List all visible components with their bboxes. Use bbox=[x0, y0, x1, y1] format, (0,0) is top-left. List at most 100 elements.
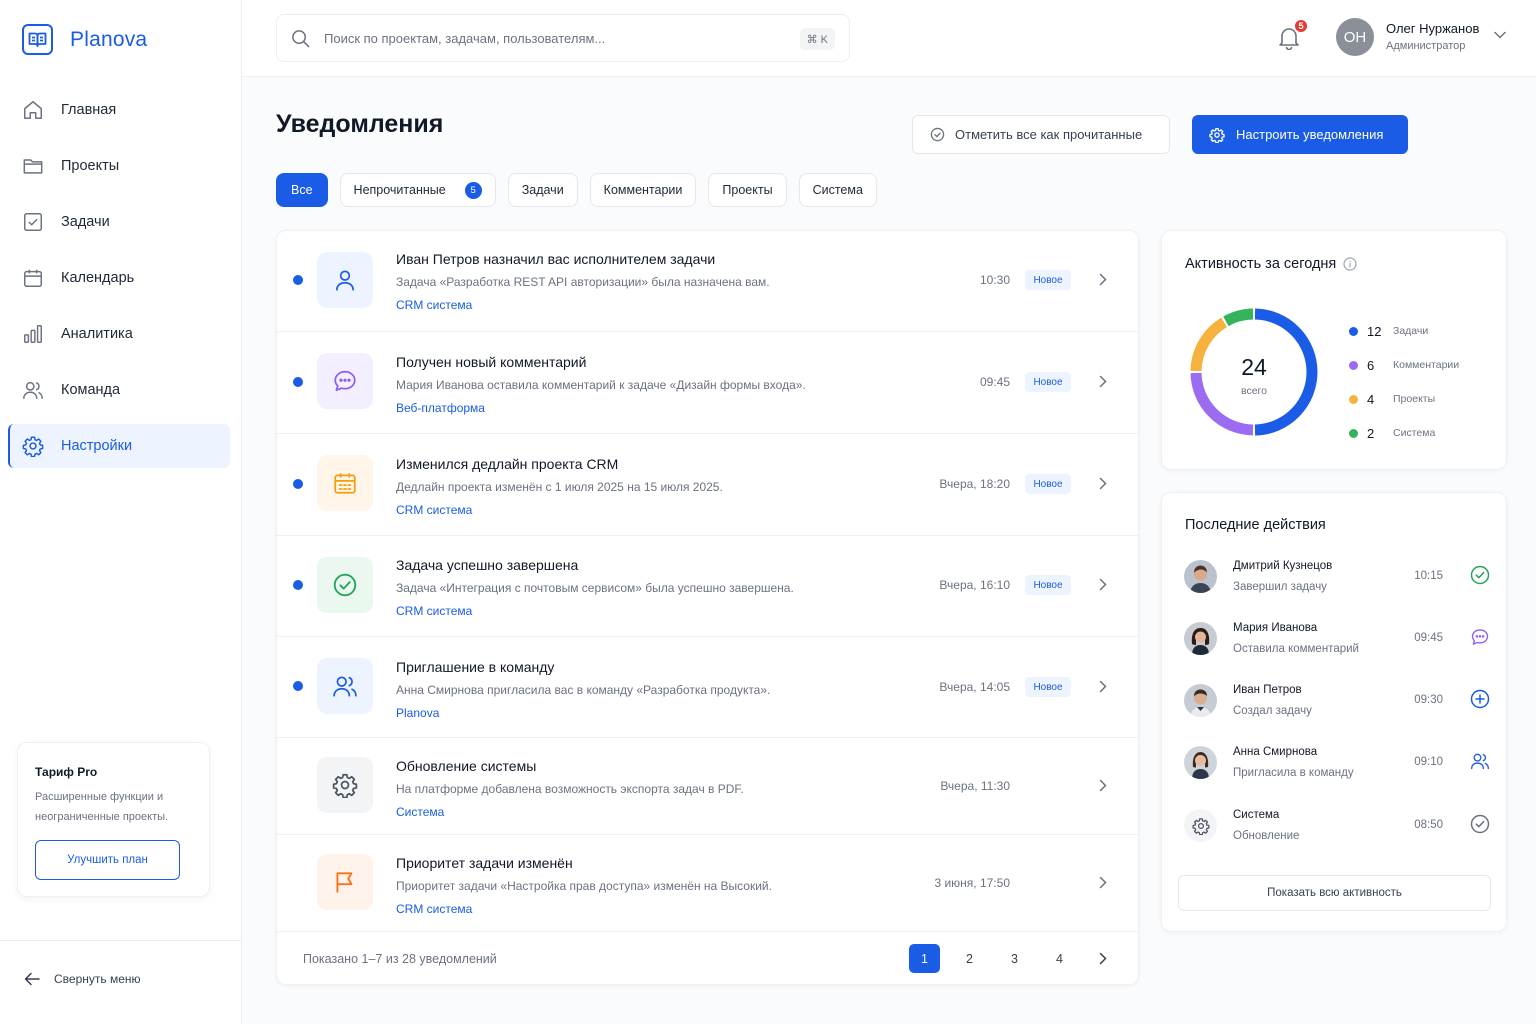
pagination-summary: Показано 1–7 из 28 уведомлений bbox=[303, 952, 497, 966]
tab-label: Задачи bbox=[521, 183, 564, 197]
sidebar-item-calendar[interactable]: Календарь bbox=[8, 256, 230, 300]
notification-title: Задача успешно завершена bbox=[396, 557, 579, 573]
mark-all-read-button[interactable]: Отметить все как прочитанные bbox=[912, 115, 1170, 154]
users-icon bbox=[1471, 753, 1489, 770]
tab-comments[interactable]: Комментарии bbox=[589, 173, 697, 207]
notification-project-link[interactable]: CRM система bbox=[396, 298, 472, 312]
upgrade-plan-button[interactable]: Улучшить план bbox=[35, 840, 180, 880]
sidebar-item-analytics[interactable]: Аналитика bbox=[8, 312, 230, 356]
show-all-activity-button[interactable]: Показать всю активность bbox=[1178, 875, 1491, 911]
collapse-menu-button[interactable]: Свернуть меню bbox=[24, 972, 141, 986]
tab-label: Непрочитанные bbox=[353, 183, 446, 197]
unread-dot bbox=[293, 377, 303, 387]
chevron-right-icon[interactable] bbox=[1099, 578, 1107, 591]
recent-action-time: 09:45 bbox=[1414, 632, 1443, 644]
chevron-right-icon[interactable] bbox=[1099, 779, 1107, 792]
checkbox-icon bbox=[24, 213, 42, 231]
plan-description-line: Расширенные функции и bbox=[35, 791, 164, 803]
tab-all[interactable]: Все bbox=[276, 173, 328, 207]
notification-item[interactable]: Обновление системы На платформе добавлен… bbox=[277, 738, 1138, 835]
recent-action-item[interactable]: Иван Петров Создал задачу 09:30 bbox=[1184, 684, 1490, 734]
legend-item: 4 Проекты bbox=[1349, 382, 1459, 416]
legend-dot bbox=[1349, 360, 1358, 370]
check-circle-icon bbox=[1470, 814, 1490, 834]
chevron-right-icon[interactable] bbox=[1099, 876, 1107, 889]
chevron-right-icon[interactable] bbox=[1099, 273, 1107, 286]
chevron-down-icon[interactable] bbox=[1494, 31, 1506, 39]
page-button[interactable]: 4 bbox=[1044, 944, 1075, 973]
notification-time: Вчера, 11:30 bbox=[940, 779, 1010, 793]
notification-item[interactable]: Изменился дедлайн проекта CRM Дедлайн пр… bbox=[277, 434, 1138, 536]
page-button[interactable]: 3 bbox=[999, 944, 1030, 973]
app-name: Planova bbox=[70, 27, 148, 51]
home-icon bbox=[24, 101, 42, 119]
recent-action-item[interactable]: Дмитрий Кузнецов Завершил задачу 10:15 bbox=[1184, 560, 1490, 610]
avatar bbox=[1184, 746, 1217, 779]
chevron-right-icon[interactable] bbox=[1099, 375, 1107, 388]
system-avatar bbox=[1184, 809, 1217, 842]
recent-action-item[interactable]: Мария Иванова Оставила комментарий 09:45 bbox=[1184, 622, 1490, 672]
notification-item[interactable]: Иван Петров назначил вас исполнителем за… bbox=[277, 231, 1138, 332]
info-icon[interactable] bbox=[1343, 257, 1357, 271]
chevron-right-icon[interactable] bbox=[1099, 477, 1107, 490]
notification-item[interactable]: Получен новый комментарий Мария Иванова … bbox=[277, 332, 1138, 434]
activity-title-text: Активность за сегодня bbox=[1185, 256, 1337, 272]
notification-description: На платформе добавлена возможность экспо… bbox=[396, 782, 744, 796]
recent-action-item[interactable]: Система Обновление 08:50 bbox=[1184, 809, 1490, 859]
recent-actions-card: Последние действия Дмитрий Кузнецов Заве… bbox=[1161, 492, 1507, 932]
sidebar-item-tasks[interactable]: Задачи bbox=[8, 200, 230, 244]
avatar[interactable]: ОН bbox=[1336, 18, 1374, 56]
tab-system[interactable]: Система bbox=[798, 173, 877, 207]
users-icon bbox=[23, 381, 43, 399]
notification-item[interactable]: Приглашение в команду Анна Смирнова приг… bbox=[277, 637, 1138, 738]
recent-action-time: 08:50 bbox=[1414, 819, 1443, 831]
logo[interactable]: Planova bbox=[22, 24, 147, 55]
search-bar[interactable]: Поиск по проектам, задачам, пользователя… bbox=[276, 14, 850, 62]
user-name[interactable]: Олег Нуржанов bbox=[1386, 21, 1479, 36]
avatar bbox=[1184, 560, 1217, 593]
topbar: Поиск по проектам, задачам, пользователя… bbox=[242, 0, 1536, 77]
notification-time: 09:45 bbox=[979, 375, 1010, 389]
sidebar-item-team[interactable]: Команда bbox=[8, 368, 230, 412]
sidebar-item-settings[interactable]: Настройки bbox=[8, 424, 230, 468]
activity-total: 24 bbox=[1241, 354, 1267, 380]
next-page-icon[interactable] bbox=[1099, 952, 1107, 965]
notification-project-link[interactable]: CRM система bbox=[396, 902, 472, 916]
notification-title: Иван Петров назначил вас исполнителем за… bbox=[396, 251, 716, 267]
notification-icon-box bbox=[317, 455, 373, 511]
notification-project-link[interactable]: Система bbox=[396, 805, 444, 819]
unread-dot bbox=[293, 580, 303, 590]
notification-project-link[interactable]: CRM система bbox=[396, 503, 472, 517]
notification-project-link[interactable]: CRM система bbox=[396, 604, 472, 618]
notification-time: 3 июня, 17:50 bbox=[934, 876, 1010, 890]
sidebar-item-home[interactable]: Главная bbox=[8, 88, 230, 132]
recent-action-item[interactable]: Анна Смирнова Пригласила в команду 09:10 bbox=[1184, 746, 1490, 796]
notification-icon-box bbox=[317, 854, 373, 910]
recent-action-text: Пригласила в команду bbox=[1233, 767, 1354, 779]
comment-icon bbox=[1471, 629, 1489, 645]
tab-projects[interactable]: Проекты bbox=[708, 173, 787, 207]
tab-label: Система bbox=[812, 183, 863, 197]
tab-unread[interactable]: Непрочитанные 5 bbox=[339, 173, 496, 207]
notification-item[interactable]: Приоритет задачи изменён Приоритет задач… bbox=[277, 835, 1138, 932]
search-input[interactable]: Поиск по проектам, задачам, пользователя… bbox=[324, 31, 605, 46]
arrow-left-icon bbox=[24, 972, 40, 986]
configure-notifications-button[interactable]: Настроить уведомления bbox=[1192, 115, 1408, 154]
sidebar-item-label: Команда bbox=[61, 382, 121, 398]
notification-list: Иван Петров назначил вас исполнителем за… bbox=[276, 230, 1139, 985]
notification-project-link[interactable]: Веб-платформа bbox=[396, 401, 485, 415]
notification-icon-box bbox=[317, 353, 373, 409]
flag-icon bbox=[336, 872, 353, 893]
recent-action-text: Обновление bbox=[1233, 830, 1300, 842]
recent-actions-title: Последние действия bbox=[1185, 517, 1326, 533]
sidebar-item-label: Главная bbox=[61, 102, 117, 118]
sidebar-item-projects[interactable]: Проекты bbox=[8, 144, 230, 188]
notification-project-link[interactable]: Planova bbox=[396, 706, 439, 720]
tab-tasks[interactable]: Задачи bbox=[507, 173, 578, 207]
notification-item[interactable]: Задача успешно завершена Задача «Интегра… bbox=[277, 536, 1138, 637]
page-button[interactable]: 1 bbox=[909, 944, 940, 973]
page-title: Уведомления bbox=[276, 110, 444, 138]
chevron-right-icon[interactable] bbox=[1099, 680, 1107, 693]
gear-icon bbox=[1191, 817, 1210, 835]
page-button[interactable]: 2 bbox=[954, 944, 985, 973]
